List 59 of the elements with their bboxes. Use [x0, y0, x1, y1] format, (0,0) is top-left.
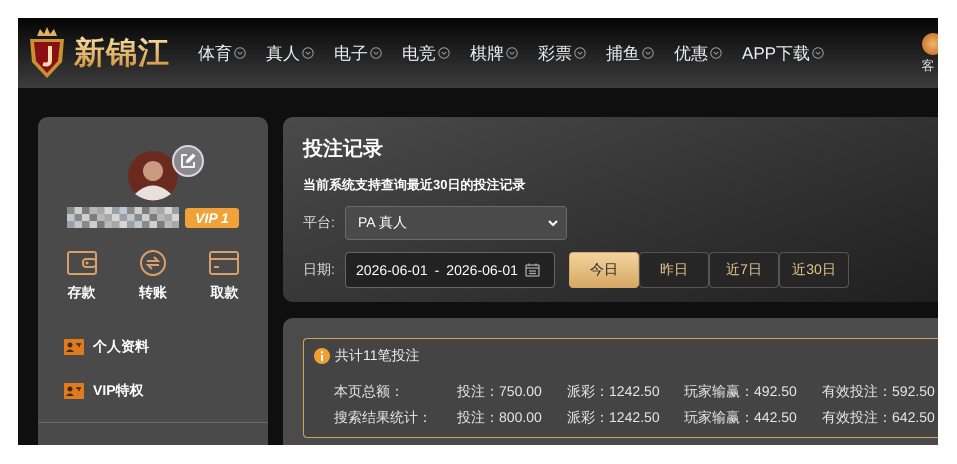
transfer-action[interactable]: 转账 — [136, 250, 169, 302]
chevron-icon — [302, 47, 314, 59]
nav-item[interactable]: APP下载 — [742, 42, 824, 64]
chevron-icon — [710, 47, 722, 59]
chevron-icon — [234, 47, 246, 59]
service-label[interactable]: 客 — [922, 57, 934, 75]
service-icon[interactable] — [922, 33, 938, 55]
edit-icon[interactable] — [172, 145, 204, 177]
platform-select[interactable]: PA 真人 — [345, 206, 567, 240]
summary-stat: 有效投注：642.50 — [822, 409, 935, 427]
chevron-icon — [506, 47, 518, 59]
calendar-icon — [524, 263, 540, 277]
wallet-action[interactable]: 存款 — [66, 250, 98, 302]
action-label: 存款 — [68, 284, 96, 302]
vip-badge: VIP 1 — [185, 208, 239, 228]
notice-text: 当前系统支持查询最近30日的投注记录 — [303, 176, 526, 194]
summary-label: 本页总额： — [334, 383, 405, 401]
summary-stat: 玩家输赢：442.50 — [684, 409, 796, 427]
page-title: 投注记录 — [303, 136, 384, 162]
date-range-field[interactable]: 2026-06-01 - 2026-06-01 — [345, 252, 555, 288]
chevron-icon — [370, 47, 382, 59]
platform-label: 平台: — [303, 214, 336, 232]
nav-item[interactable]: 棋牌 — [470, 42, 518, 64]
nav-item[interactable]: 真人 — [266, 42, 314, 64]
nav-item[interactable]: 优惠 — [674, 42, 722, 64]
total-count: 共计11笔投注 — [335, 347, 420, 365]
range-tab[interactable]: 昨日 — [639, 252, 709, 288]
summary-stat: 投注：800.00 — [457, 409, 541, 427]
card-icon — [208, 250, 240, 276]
summary-stat: 有效投注：592.50 — [822, 383, 935, 401]
card-action[interactable]: 取款 — [208, 250, 240, 302]
wallet-icon — [66, 250, 98, 276]
summary-label: 搜索结果统计： — [334, 409, 433, 427]
summary-stat: 派彩：1242.50 — [567, 383, 658, 401]
nav-item[interactable]: 体育 — [198, 42, 246, 64]
nav-item[interactable]: 捕鱼 — [606, 42, 654, 64]
chevron-icon — [642, 47, 654, 59]
chevron-icon — [548, 220, 558, 226]
range-tab[interactable]: 近7日 — [709, 252, 779, 288]
nav-item[interactable]: 电子 — [334, 42, 382, 64]
date-label: 日期: — [303, 261, 336, 279]
chevron-icon — [812, 47, 824, 59]
avatar — [128, 151, 178, 201]
action-label: 转账 — [138, 284, 167, 302]
range-tab[interactable]: 近30日 — [779, 252, 849, 288]
id-card-icon — [64, 383, 84, 399]
summary-stat: 玩家输赢：492.50 — [684, 383, 796, 401]
summary-stat: 投注：750.00 — [457, 383, 541, 401]
menu-item[interactable]: 个人资料 — [64, 338, 149, 356]
nav-item[interactable]: 电竞 — [402, 42, 450, 64]
chevron-icon — [438, 47, 450, 59]
menu-item[interactable]: VIP特权 — [64, 382, 144, 400]
id-card-icon — [64, 339, 84, 355]
action-label: 取款 — [210, 284, 238, 302]
nav-item[interactable]: 彩票 — [538, 42, 586, 64]
info-icon — [314, 348, 330, 364]
summary-stat: 派彩：1242.50 — [567, 409, 658, 427]
chevron-icon — [574, 47, 586, 59]
range-tab[interactable]: 今日 — [569, 252, 639, 288]
